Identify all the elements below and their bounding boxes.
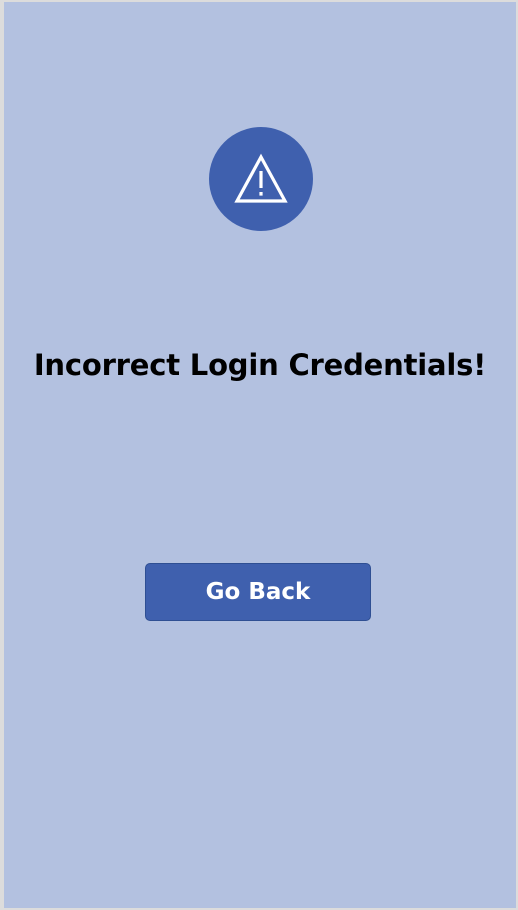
warning-icon	[209, 127, 313, 231]
error-message: Incorrect Login Credentials!	[33, 348, 487, 382]
go-back-button[interactable]: Go Back	[145, 563, 371, 621]
error-screen: Incorrect Login Credentials! Go Back	[4, 2, 516, 908]
go-back-label: Go Back	[205, 579, 311, 605]
